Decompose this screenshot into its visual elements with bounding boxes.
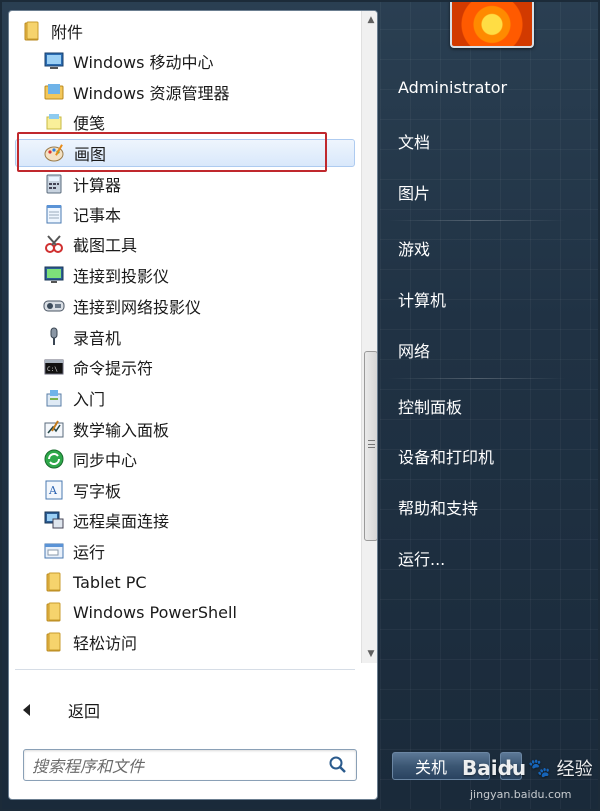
window-frame bbox=[0, 0, 600, 811]
